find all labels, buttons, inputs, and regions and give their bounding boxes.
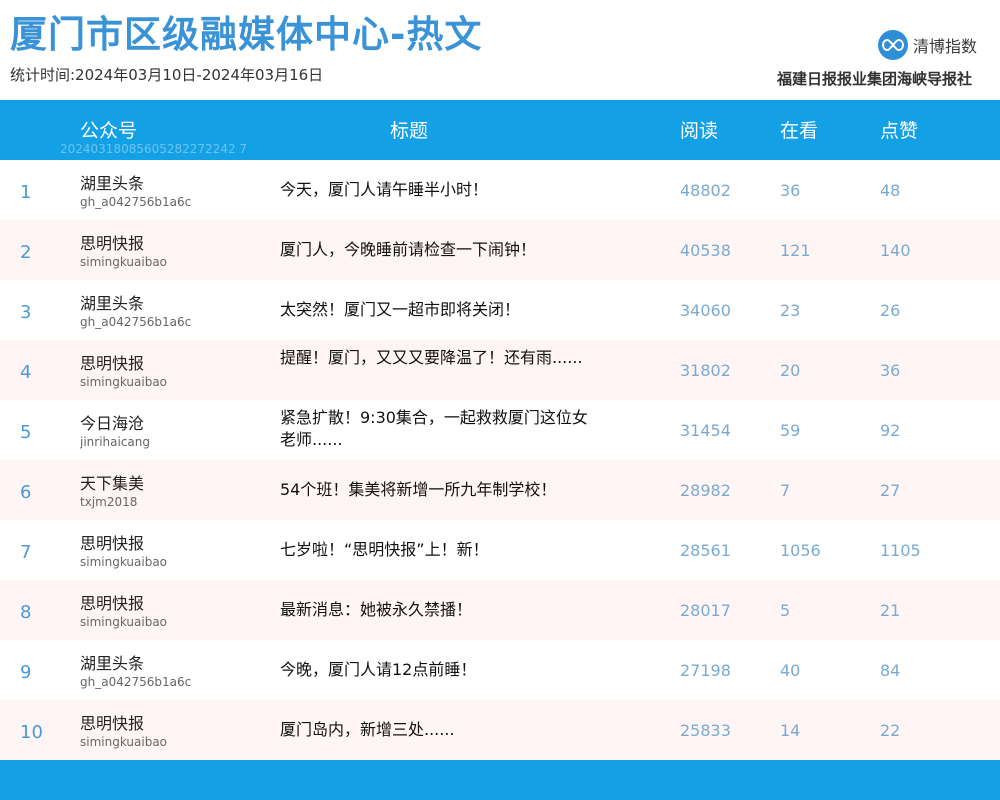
account-id: gh_a042756b1a6c — [80, 675, 192, 689]
likes-count: 22 — [880, 721, 901, 740]
column-header-watching: 在看 — [780, 120, 819, 142]
account-id: simingkuaibao — [80, 735, 168, 749]
account-id: gh_a042756b1a6c — [80, 315, 192, 329]
reads-count: 28017 — [680, 601, 731, 620]
account-name: 今日海沧 — [80, 414, 145, 433]
publisher-name: 福建日报报业集团海峡导报社 — [776, 70, 972, 88]
watching-count: 121 — [780, 241, 811, 260]
table-row: 3 湖里头条 gh_a042756b1a6c 太突然！厦门又一超市即将关闭！ 34060… — [0, 280, 1000, 340]
rank-number: 2 — [20, 242, 32, 263]
logo-text: 清博指数 — [913, 37, 978, 56]
reads-count: 40538 — [680, 241, 731, 260]
table-row: 4 思明快报 simingkuaibao 提醒！厦门，又又又要降温了！还有雨.....… — [0, 340, 1000, 400]
reads-count: 31454 — [680, 421, 731, 440]
article-title: 今天，厦门人请午睡半小时！ — [280, 180, 489, 199]
account-id: simingkuaibao — [80, 255, 168, 269]
reads-count: 25833 — [680, 721, 731, 740]
account-id: simingkuaibao — [80, 555, 168, 569]
column-header-title: 标题 — [390, 120, 429, 142]
rank-number: 6 — [20, 482, 32, 503]
likes-count: 48 — [880, 181, 901, 200]
watching-count: 1056 — [780, 541, 821, 560]
likes-count: 92 — [880, 421, 901, 440]
account-id: simingkuaibao — [80, 375, 168, 389]
watching-count: 59 — [780, 421, 801, 440]
account-name: 天下集美 — [80, 474, 145, 493]
rank-number: 7 — [20, 542, 32, 563]
article-title: 七岁啦！“思明快报”上！新！ — [280, 540, 489, 559]
reads-count: 48802 — [680, 181, 731, 200]
brand-logo: 清博指数 — [878, 28, 977, 62]
account-name: 思明快报 — [80, 234, 145, 253]
article-title: 今晚，厦门人请12点前睡！ — [280, 660, 477, 679]
likes-count: 36 — [880, 361, 901, 380]
likes-count: 140 — [880, 241, 911, 260]
table-row: 10 思明快报 simingkuaibao 厦门岛内，新增三处...... 25833 1… — [0, 700, 1000, 760]
column-header-account: 公众号 — [80, 120, 138, 142]
account-id: gh_a042756b1a6c — [80, 195, 192, 209]
likes-count: 84 — [880, 661, 901, 680]
report-header: 厦门市区级融媒体中心-热文 统计时间:2024年03月10日-2024年03月1… — [0, 0, 1000, 100]
reads-count: 28982 — [680, 481, 731, 500]
table-row: 6 天下集美 txjm2018 54个班！集美将新增一所九年制学校！ 28982 7 27 — [0, 460, 1000, 520]
reads-count: 27198 — [680, 661, 731, 680]
article-title: 太突然！厦门又一超市即将关闭！ — [280, 300, 521, 319]
watermark-code: 20240318085605282272242 7 — [60, 142, 248, 156]
table-row: 8 思明快报 simingkuaibao 最新消息：她被永久禁播！ 28017 5 21 — [0, 580, 1000, 640]
page-title: 厦门市区级融媒体中心-热文 — [10, 13, 483, 56]
table-row: 7 思明快报 simingkuaibao 七岁啦！“思明快报”上！新！ 28561 105… — [0, 520, 1000, 580]
article-title: 紧急扩散！9:30集合，一起救救厦门这位女老师...... — [280, 408, 588, 449]
table-row: 2 思明快报 simingkuaibao 厦门人，今晚睡前请检查一下闹钟！ 40538 1… — [0, 220, 1000, 280]
reads-count: 34060 — [680, 301, 731, 320]
watching-count: 36 — [780, 181, 801, 200]
account-id: simingkuaibao — [80, 615, 168, 629]
rank-number: 3 — [20, 302, 32, 323]
rank-number: 1 — [20, 182, 32, 203]
column-header-reads: 阅读 — [680, 120, 719, 142]
watching-count: 40 — [780, 661, 801, 680]
table-row: 1 湖里头条 gh_a042756b1a6c 今天，厦门人请午睡半小时！ 48802 36… — [0, 160, 1000, 220]
article-title: 提醒！厦门，又又又要降温了！还有雨...... — [280, 348, 583, 367]
footer-bar — [0, 760, 1000, 800]
stats-period: 统计时间:2024年03月10日-2024年03月16日 — [10, 66, 324, 84]
rank-number: 9 — [20, 662, 32, 683]
account-name: 思明快报 — [80, 714, 145, 733]
article-title: 最新消息：她被永久禁播！ — [280, 600, 473, 619]
rank-number: 8 — [20, 602, 32, 623]
reads-count: 31802 — [680, 361, 731, 380]
reads-count: 28561 — [680, 541, 731, 560]
table-header: 公众号 标题 阅读 在看 点赞 20240318085605282272242 … — [0, 100, 1000, 160]
watching-count: 14 — [780, 721, 801, 740]
account-id: txjm2018 — [80, 495, 138, 509]
likes-count: 26 — [880, 301, 901, 320]
likes-count: 1105 — [880, 541, 921, 560]
rank-number: 10 — [20, 722, 43, 743]
column-header-likes: 点赞 — [880, 120, 919, 142]
likes-count: 21 — [880, 601, 901, 620]
account-name: 湖里头条 — [80, 174, 145, 193]
account-name: 思明快报 — [80, 354, 145, 373]
account-name: 思明快报 — [80, 594, 145, 613]
article-title: 厦门人，今晚睡前请检查一下闹钟！ — [280, 240, 537, 259]
account-name: 湖里头条 — [80, 654, 145, 673]
likes-count: 27 — [880, 481, 901, 500]
watching-count: 23 — [780, 301, 801, 320]
watching-count: 7 — [780, 481, 791, 500]
watching-count: 5 — [780, 601, 791, 620]
watching-count: 20 — [780, 361, 801, 380]
article-title: 54个班！集美将新增一所九年制学校！ — [280, 480, 557, 499]
rank-number: 4 — [20, 362, 32, 383]
account-name: 湖里头条 — [80, 294, 145, 313]
rank-number: 5 — [20, 422, 32, 443]
table-row: 9 湖里头条 gh_a042756b1a6c 今晚，厦门人请12点前睡！ 27198 40… — [0, 640, 1000, 700]
article-title: 厦门岛内，新增三处...... — [280, 720, 455, 739]
account-id: jinrihaicang — [80, 435, 151, 449]
infinity-icon — [878, 30, 908, 60]
account-name: 思明快报 — [80, 534, 145, 553]
table-row: 5 今日海沧 jinrihaicang 紧急扩散！9:30集合，一起救救厦门这位女老师… — [0, 400, 1000, 460]
